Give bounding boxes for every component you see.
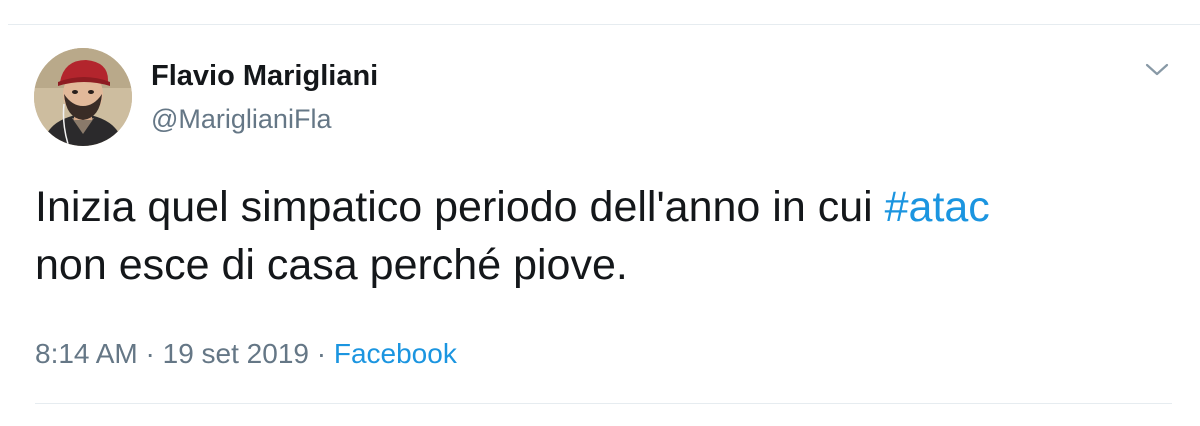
meta-separator: ·	[137, 338, 163, 369]
tweet-date[interactable]: 19 set 2019	[163, 338, 309, 369]
tweet-text-segment: Inizia quel simpatico periodo dell'anno …	[35, 183, 885, 231]
author-name[interactable]: Flavio Marigliani	[151, 58, 378, 94]
avatar[interactable]	[34, 48, 132, 146]
tweet-text: Inizia quel simpatico periodo dell'anno …	[35, 178, 1185, 294]
tweet-time[interactable]: 8:14 AM	[35, 338, 138, 369]
top-divider	[8, 24, 1200, 25]
avatar-image	[34, 48, 132, 146]
bottom-divider	[35, 403, 1172, 404]
tweet-card: Flavio Marigliani @MariglianiFla Inizia …	[0, 0, 1200, 426]
author-handle[interactable]: @MariglianiFla	[151, 102, 331, 136]
tweet-text-line-1: Inizia quel simpatico periodo dell'anno …	[35, 178, 1185, 236]
meta-separator: ·	[308, 338, 334, 369]
tweet-text-line-2: non esce di casa perché piove.	[35, 241, 628, 289]
chevron-down-icon[interactable]	[1142, 58, 1172, 80]
hashtag-link[interactable]: #atac	[885, 183, 990, 231]
tweet-source-link[interactable]: Facebook	[334, 338, 457, 369]
tweet-meta: 8:14 AM · 19 set 2019 · Facebook	[35, 336, 457, 372]
